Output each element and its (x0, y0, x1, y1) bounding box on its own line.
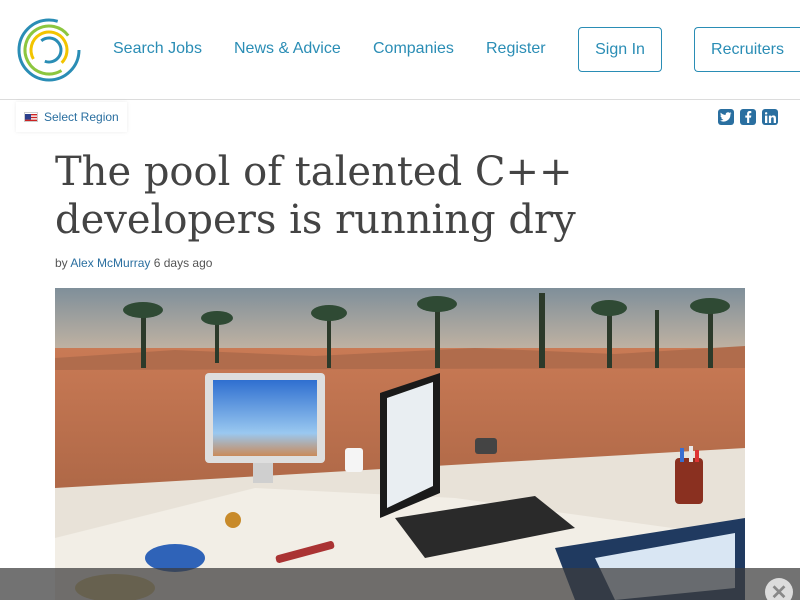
site-logo-icon[interactable] (15, 16, 83, 84)
select-region-button[interactable]: Select Region (16, 102, 127, 132)
bottom-overlay-bar (0, 568, 800, 600)
article-hero-image (55, 288, 745, 600)
article-timestamp: 6 days ago (153, 256, 213, 270)
sub-toolbar: Select Region (0, 100, 800, 134)
site-header: Search Jobs News & Advice Companies Regi… (0, 0, 800, 100)
sign-in-button[interactable]: Sign In (578, 27, 662, 72)
linkedin-icon[interactable] (762, 109, 778, 125)
article-byline: by Alex McMurray 6 days ago (55, 256, 212, 270)
byline-prefix: by (55, 256, 68, 270)
twitter-icon[interactable] (718, 109, 734, 125)
facebook-icon[interactable] (740, 109, 756, 125)
nav-companies[interactable]: Companies (373, 40, 454, 58)
nav-search-jobs[interactable]: Search Jobs (113, 40, 202, 58)
nav-register[interactable]: Register (486, 40, 546, 58)
select-region-label: Select Region (44, 110, 119, 124)
nav-news-advice[interactable]: News & Advice (234, 40, 341, 58)
author-link[interactable]: Alex McMurray (70, 256, 150, 270)
close-icon[interactable]: ✕ (765, 578, 793, 600)
recruiters-button[interactable]: Recruiters (694, 27, 800, 72)
article-title: The pool of talented C++ developers is r… (55, 149, 576, 243)
social-share (712, 103, 784, 131)
us-flag-icon (24, 112, 38, 122)
